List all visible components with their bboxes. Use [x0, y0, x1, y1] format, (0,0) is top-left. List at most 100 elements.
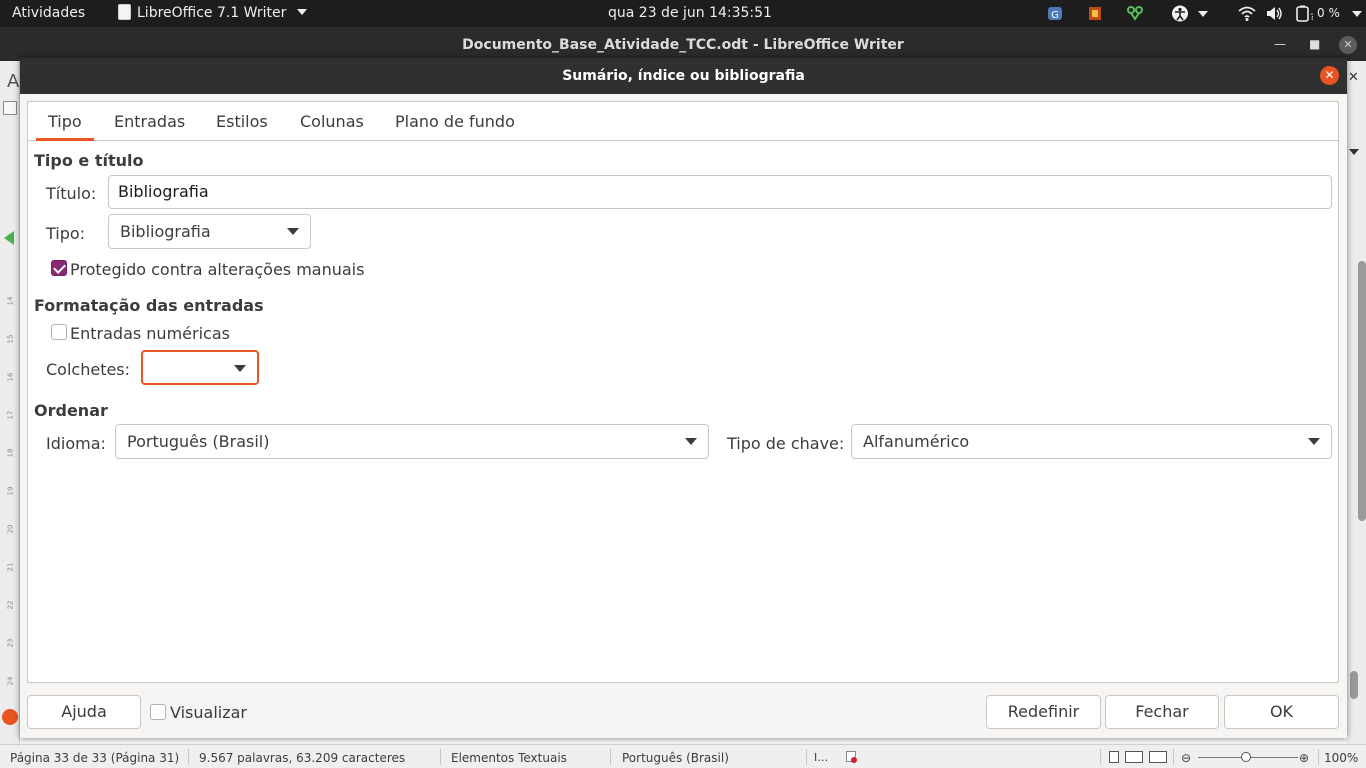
- battery-icon[interactable]: ?: [1295, 5, 1313, 22]
- menu-fragment: A: [7, 71, 20, 92]
- ruler-number: 22: [6, 600, 15, 610]
- clock[interactable]: qua 23 de jun 14:35:51: [608, 0, 772, 27]
- chevron-down-icon: [287, 228, 299, 235]
- accessibility-icon[interactable]: [1171, 5, 1189, 22]
- tab-estilos[interactable]: Estilos: [204, 102, 280, 141]
- brackets-label: Colchetes:: [46, 360, 131, 379]
- reset-button[interactable]: Redefinir: [986, 695, 1101, 729]
- sidebar-arrow-icon: [4, 231, 14, 245]
- title-input[interactable]: Bibliografia: [108, 175, 1332, 209]
- ok-button[interactable]: OK: [1224, 695, 1339, 729]
- app-menu-label: LibreOffice 7.1 Writer: [137, 5, 287, 21]
- wifi-icon[interactable]: [1238, 5, 1256, 22]
- language-dropdown[interactable]: Português (Brasil): [115, 424, 709, 459]
- chevron-down-icon: [1308, 438, 1320, 445]
- top-panel: Atividades LibreOffice 7.1 Writer qua 23…: [0, 0, 1366, 27]
- status-separator: [1173, 749, 1174, 765]
- document-modified-icon[interactable]: [846, 751, 857, 763]
- key-type-dropdown-value: Alfanumérico: [863, 432, 970, 451]
- dialog-close-icon[interactable]: ✕: [1320, 66, 1339, 85]
- activities-button[interactable]: Atividades: [12, 0, 85, 27]
- close-doc-icon: ✕: [1348, 70, 1359, 85]
- help-circle-icon: [2, 709, 18, 725]
- page-style[interactable]: Elementos Textuais: [451, 745, 567, 768]
- ruler-number: 17: [6, 410, 15, 420]
- type-label: Tipo:: [46, 224, 86, 243]
- vertical-ruler: 14 15 16 17 18 19 20 21 22 23 24: [0, 291, 19, 711]
- scroll-thumb[interactable]: [1350, 671, 1358, 699]
- ruler-number: 16: [6, 372, 15, 382]
- network-share-icon[interactable]: [1126, 5, 1144, 22]
- zoom-out-icon[interactable]: ⊖: [1181, 745, 1191, 768]
- numeric-entries-label[interactable]: Entradas numéricas: [70, 324, 230, 343]
- type-title-heading: Tipo e título: [34, 151, 144, 170]
- ruler-number: 19: [6, 486, 15, 496]
- window-titlebar: Documento_Base_Atividade_TCC.odt - Libre…: [0, 27, 1366, 61]
- tab-colunas[interactable]: Colunas: [288, 102, 376, 141]
- chevron-down-icon: [685, 438, 697, 445]
- tab-entradas[interactable]: Entradas: [102, 102, 197, 141]
- ruler-number: 15: [6, 334, 15, 344]
- writer-right-background: ✕: [1346, 61, 1366, 744]
- minimize-icon[interactable]: —: [1274, 27, 1286, 61]
- status-separator: [806, 749, 807, 765]
- zoom-level[interactable]: 100%: [1324, 745, 1358, 768]
- toolbar-fragment-icon: [3, 101, 17, 115]
- dialog-titlebar: Sumário, índice ou bibliografia: [20, 58, 1347, 94]
- tab-bar: Tipo Entradas Estilos Colunas Plano de f…: [28, 102, 1338, 141]
- ruler-number: 23: [6, 638, 15, 648]
- insert-mode-icon[interactable]: I…: [814, 745, 828, 768]
- status-language[interactable]: Português (Brasil): [622, 745, 729, 768]
- window-title: Documento_Base_Atividade_TCC.odt - Libre…: [462, 37, 904, 53]
- protected-label[interactable]: Protegido contra alterações manuais: [70, 260, 364, 279]
- zoom-in-icon[interactable]: ⊕: [1299, 745, 1309, 768]
- vertical-scrollbar[interactable]: [1358, 261, 1366, 521]
- cloud-sync-icon[interactable]: G: [1046, 5, 1064, 22]
- formatting-heading: Formatação das entradas: [34, 296, 264, 315]
- title-label: Título:: [46, 184, 97, 203]
- svg-text:?: ?: [1310, 13, 1313, 22]
- language-label: Idioma:: [46, 434, 106, 453]
- ruler-number: 24: [6, 676, 15, 686]
- tab-tipo[interactable]: Tipo: [36, 102, 94, 141]
- brackets-dropdown[interactable]: [141, 350, 259, 385]
- page-count[interactable]: Página 33 de 33 (Página 31): [10, 745, 179, 768]
- key-type-label: Tipo de chave:: [727, 434, 845, 453]
- volume-icon[interactable]: [1265, 5, 1283, 22]
- word-count[interactable]: 9.567 palavras, 63.209 caracteres: [199, 745, 405, 768]
- ruler-number: 20: [6, 524, 15, 534]
- svg-text:G: G: [1051, 10, 1059, 21]
- tab-notebook: Tipo Entradas Estilos Colunas Plano de f…: [27, 101, 1339, 683]
- app-indicator-icon[interactable]: [1086, 5, 1104, 22]
- writer-left-background: A 14 15 16 17 18 19 20 21 22 23 24: [0, 61, 20, 744]
- status-separator: [188, 749, 189, 765]
- chevron-down-icon: [296, 9, 307, 15]
- status-separator: [1318, 749, 1319, 765]
- ruler-number: 18: [6, 448, 15, 458]
- window-close-icon[interactable]: ✕: [1339, 36, 1357, 54]
- sort-heading: Ordenar: [34, 401, 108, 420]
- preview-checkbox[interactable]: [150, 704, 166, 720]
- system-menu-chevron-icon[interactable]: [1352, 11, 1362, 17]
- ruler-number: 14: [6, 296, 15, 306]
- numeric-entries-checkbox[interactable]: [51, 324, 67, 340]
- close-button[interactable]: Fechar: [1105, 695, 1219, 729]
- app-menu[interactable]: LibreOffice 7.1 Writer: [118, 0, 307, 27]
- ruler-number: 21: [6, 562, 15, 572]
- tab-plano-de-fundo[interactable]: Plano de fundo: [383, 102, 527, 141]
- help-button[interactable]: Ajuda: [27, 695, 141, 729]
- protected-checkbox[interactable]: [51, 260, 67, 276]
- accessibility-chevron-icon: [1198, 11, 1208, 17]
- zoom-slider-thumb[interactable]: [1241, 752, 1251, 762]
- sidebar-chevron-icon: [1349, 149, 1359, 155]
- chevron-down-icon: [234, 365, 246, 372]
- battery-percentage: 0 %: [1317, 6, 1340, 20]
- type-dropdown[interactable]: Bibliografia: [108, 214, 311, 249]
- view-layout-icons[interactable]: [1109, 751, 1167, 763]
- preview-label[interactable]: Visualizar: [170, 703, 247, 722]
- key-type-dropdown[interactable]: Alfanumérico: [851, 424, 1332, 459]
- toc-index-dialog: Sumário, índice ou bibliografia ✕ Tipo E…: [20, 58, 1347, 738]
- status-bar: Página 33 de 33 (Página 31) 9.567 palavr…: [0, 744, 1366, 768]
- maximize-icon[interactable]: ■: [1309, 27, 1320, 61]
- status-separator: [610, 749, 611, 765]
